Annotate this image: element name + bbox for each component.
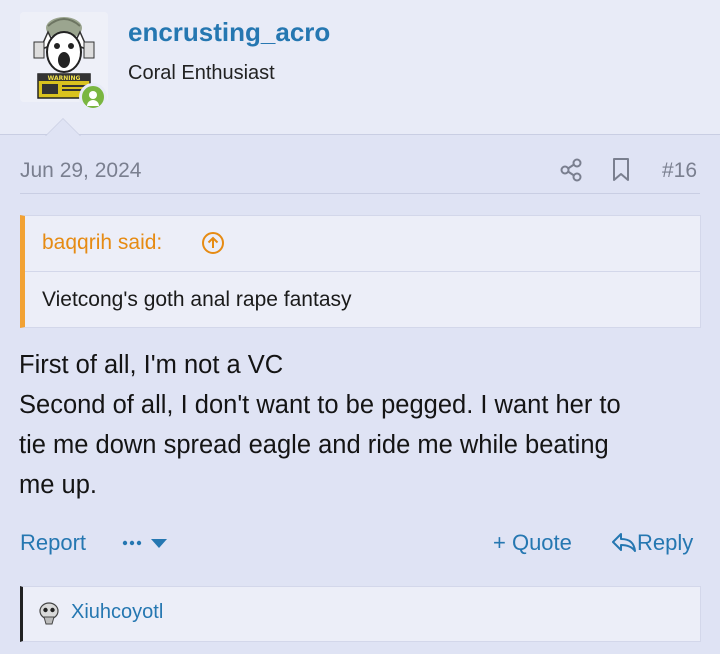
reaction-user-avatar[interactable] bbox=[36, 600, 62, 626]
post-body-line: me up. bbox=[19, 471, 97, 499]
avatar-warning-text: WARNING bbox=[48, 75, 81, 82]
post-body-line: tie me down spread eagle and ride me whi… bbox=[19, 431, 609, 459]
quote-header: baqqrih said: bbox=[25, 216, 700, 272]
post-date-link[interactable]: Jun 29, 2024 bbox=[20, 159, 141, 183]
report-link[interactable]: Report bbox=[20, 530, 86, 556]
user-title: Coral Enthusiast bbox=[128, 62, 275, 84]
post-number-link[interactable]: #16 bbox=[662, 159, 697, 183]
header-pointer bbox=[46, 119, 80, 136]
more-options-menu[interactable] bbox=[121, 532, 171, 554]
quote-button[interactable]: + Quote bbox=[493, 530, 572, 556]
caret-down-icon bbox=[151, 539, 167, 548]
ellipsis-icon bbox=[122, 540, 142, 546]
username-link[interactable]: encrusting_acro bbox=[128, 17, 330, 48]
arrow-up-circle-icon[interactable] bbox=[201, 231, 225, 255]
quote-block: baqqrih said: Vietcong's goth anal rape … bbox=[20, 215, 701, 328]
quote-content: Vietcong's goth anal rape fantasy bbox=[42, 288, 352, 311]
reply-label: Reply bbox=[637, 530, 694, 555]
share-icon[interactable] bbox=[558, 157, 584, 183]
reply-button[interactable]: Reply bbox=[611, 530, 693, 556]
quote-author-link[interactable]: baqqrih said: bbox=[42, 231, 162, 255]
reaction-user-link[interactable]: Xiuhcoyotl bbox=[71, 601, 163, 624]
post-body-line: First of all, I'm not a VC bbox=[19, 351, 284, 379]
meta-divider bbox=[20, 193, 700, 194]
post-body-line: Second of all, I don't want to be pegged… bbox=[19, 391, 621, 419]
post-body: First of all, I'm not a VC Second of all… bbox=[19, 345, 709, 505]
reply-icon bbox=[612, 533, 636, 552]
bookmark-icon[interactable] bbox=[610, 157, 632, 183]
reactions-bar: Xiuhcoyotl bbox=[20, 586, 701, 642]
message-user-header: WARNING encrusting_acro Coral Enthusiast bbox=[0, 0, 720, 136]
online-status-icon bbox=[79, 83, 107, 111]
